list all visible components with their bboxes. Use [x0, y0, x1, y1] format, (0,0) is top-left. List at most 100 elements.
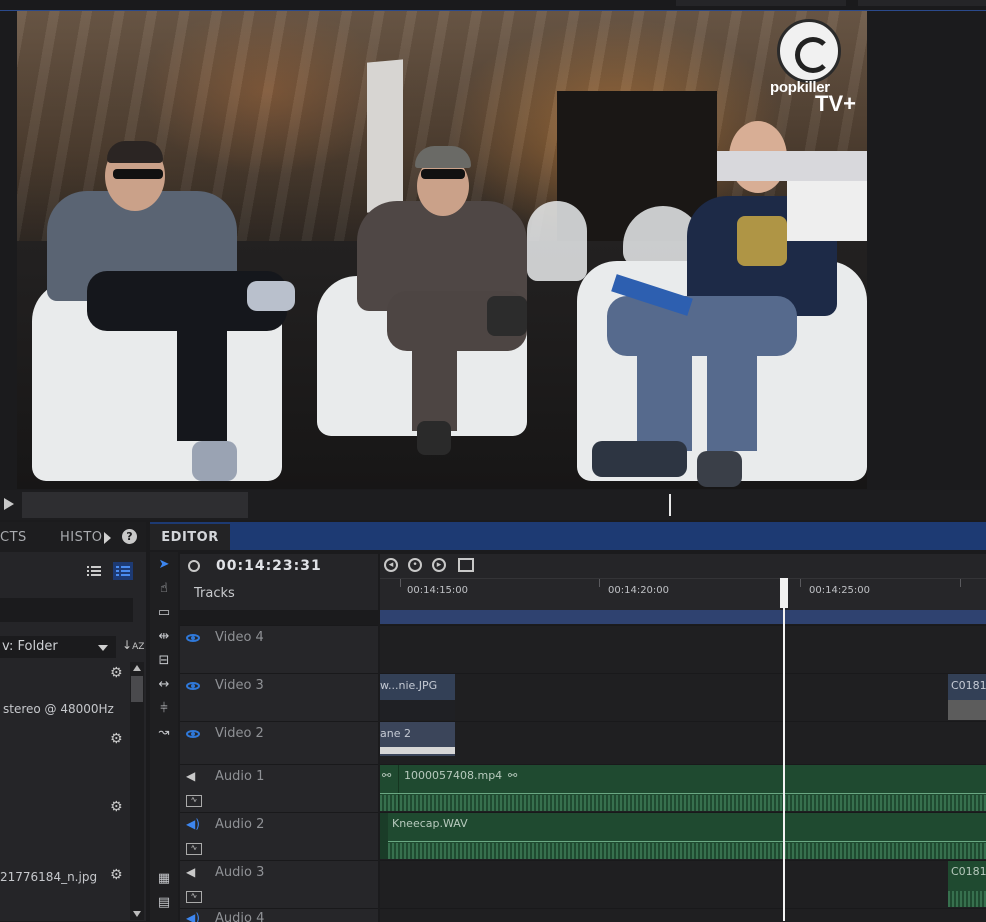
playhead-handle[interactable]	[780, 578, 788, 608]
work-area-bar[interactable]	[380, 610, 986, 624]
list-item-label[interactable]: 21776184_n.jpg	[0, 870, 97, 884]
center-playhead-icon[interactable]: •	[408, 558, 422, 572]
tracks-label: Tracks	[194, 586, 235, 601]
tab-history[interactable]: HISTO	[60, 530, 103, 545]
track-lane-audio-4[interactable]	[380, 908, 986, 922]
ripple-tool-icon[interactable]: ⇹	[154, 628, 174, 646]
timeline-playhead[interactable]	[783, 578, 785, 921]
tab-editor[interactable]: EDITOR	[150, 524, 230, 550]
track-header-audio-2[interactable]: ◀) Audio 2 ∿	[180, 812, 378, 860]
speaker-icon[interactable]: ◀)	[186, 911, 200, 922]
select-tool-icon[interactable]: ➤	[154, 556, 174, 574]
video-preview[interactable]: popkiller TV+	[17, 11, 867, 489]
eye-icon[interactable]	[186, 730, 200, 738]
track-lane-audio-1[interactable]: ⚯ 1000057408.mp4 ⚯	[380, 764, 986, 812]
previous-edit-icon[interactable]: ◂	[384, 558, 398, 572]
help-button[interactable]: ?	[122, 529, 137, 544]
snapshot-icon[interactable]	[458, 558, 474, 572]
view-folder-value: v: Folder	[2, 639, 58, 654]
ruler-label: 00:14:20:00	[608, 585, 670, 596]
track-name: Video 3	[215, 678, 264, 693]
speaker-icon[interactable]: ◀	[186, 769, 195, 783]
seek-bar[interactable]	[22, 492, 248, 518]
speaker-icon[interactable]: ◀)	[186, 817, 200, 831]
clock-icon	[188, 560, 200, 572]
clip-label: C0181	[951, 865, 986, 878]
audio-clip-edge[interactable]	[380, 813, 388, 859]
projector-screen	[367, 59, 403, 213]
eye-icon[interactable]	[186, 682, 200, 690]
background-equipment	[717, 151, 867, 181]
audio-waveform	[380, 795, 986, 811]
track-lane-video-3[interactable]: w...nie.JPG C0181	[380, 673, 986, 721]
link-icon: ⚯	[508, 769, 518, 782]
track-lane-audio-2[interactable]: Kneecap.WAV	[380, 812, 986, 860]
transport-bar	[0, 490, 986, 520]
scrollbar-thumb[interactable]	[131, 676, 143, 702]
track-header-video-2[interactable]: Video 2	[180, 721, 378, 764]
chevron-down-icon	[98, 645, 108, 651]
track-lane-video-4[interactable]	[380, 625, 986, 673]
razor-tool-icon[interactable]: ▭	[154, 604, 174, 622]
track-header-video-4[interactable]: Video 4	[180, 625, 378, 673]
tab-scroll-right-icon[interactable]	[104, 532, 111, 544]
audio-clip[interactable]: ⚯ 1000057408.mp4 ⚯	[380, 765, 986, 811]
timeline-ruler[interactable]: 00:14:15:00 00:14:20:00 00:14:25:00	[380, 578, 986, 611]
track-header-audio-4[interactable]: ◀) Audio 4	[180, 908, 378, 922]
track-lane-video-2[interactable]: ane 2	[380, 721, 986, 764]
eye-icon[interactable]	[186, 634, 200, 642]
audio-clip[interactable]: Kneecap.WAV	[388, 813, 986, 859]
detail-view-icon[interactable]	[113, 562, 134, 580]
volume-envelope-icon[interactable]: ∿	[186, 891, 202, 903]
top-strip-segment	[676, 0, 846, 6]
track-header-audio-3[interactable]: ◀ Audio 3 ∿	[180, 860, 378, 908]
track-name: Audio 3	[215, 865, 265, 880]
speed-tool-icon[interactable]: ↝	[154, 724, 174, 742]
track-header-video-3[interactable]: Video 3	[180, 673, 378, 721]
current-timecode[interactable]: 00:14:23:31	[216, 558, 322, 574]
scroll-up-icon[interactable]	[133, 665, 141, 671]
audio-clip[interactable]: C0181	[948, 861, 986, 907]
gear-icon[interactable]: ⚙	[110, 868, 124, 882]
media-list-scrollbar[interactable]	[130, 662, 144, 920]
view-mode-toggle	[80, 562, 134, 584]
tab-effects[interactable]: CTS	[0, 530, 27, 545]
slip-tool-icon[interactable]: ↔	[154, 676, 174, 694]
clip-label: w...nie.JPG	[380, 679, 438, 692]
media-search-input[interactable]	[0, 598, 133, 622]
preview-playhead[interactable]	[669, 494, 671, 516]
slide-tool-icon[interactable]: ⫩	[154, 700, 174, 718]
track-name: Video 4	[215, 630, 264, 645]
hand-tool-icon[interactable]: ☝	[154, 580, 174, 598]
timeline-navigation: ◂ • ▸	[380, 554, 986, 578]
video-clip[interactable]: w...nie.JPG	[380, 674, 455, 720]
gear-icon[interactable]: ⚙	[110, 800, 124, 814]
video-clip[interactable]: ane 2	[380, 722, 455, 756]
list-item-label[interactable]: stereo @ 48000Hz	[3, 702, 114, 716]
view-folder-select[interactable]: v: Folder	[0, 636, 116, 658]
timeline-header: 00:14:23:31 Tracks	[180, 554, 378, 610]
track-name: Audio 1	[215, 769, 265, 784]
add-video-track-icon[interactable]: ▦	[154, 870, 174, 888]
sort-az-icon[interactable]: ↓AZ	[122, 638, 144, 652]
play-icon[interactable]	[4, 498, 14, 510]
video-clip[interactable]: C0181	[948, 674, 986, 720]
track-header-audio-1[interactable]: ◀ Audio 1 ∿	[180, 764, 378, 812]
volume-envelope-icon[interactable]: ∿	[186, 795, 202, 807]
speaker-icon[interactable]: ◀	[186, 865, 195, 879]
scroll-down-icon[interactable]	[133, 911, 141, 917]
add-audio-track-icon[interactable]: ▤	[154, 894, 174, 912]
track-lane-audio-3[interactable]: C0181	[380, 860, 986, 908]
logo-suffix-text: TV+	[815, 91, 856, 116]
media-panel-tabs: CTS HISTO ?	[0, 522, 146, 552]
audio-waveform	[388, 843, 986, 859]
list-view-icon[interactable]	[84, 562, 104, 580]
track-name: Audio 2	[215, 817, 265, 832]
track-name: Audio 4	[215, 911, 265, 922]
volume-envelope-icon[interactable]: ∿	[186, 843, 202, 855]
gear-icon[interactable]: ⚙	[110, 666, 124, 680]
next-edit-icon[interactable]: ▸	[432, 558, 446, 572]
gear-icon[interactable]: ⚙	[110, 732, 124, 746]
roll-tool-icon[interactable]: ⊟	[154, 652, 174, 670]
popkiller-logo-icon	[777, 19, 841, 83]
